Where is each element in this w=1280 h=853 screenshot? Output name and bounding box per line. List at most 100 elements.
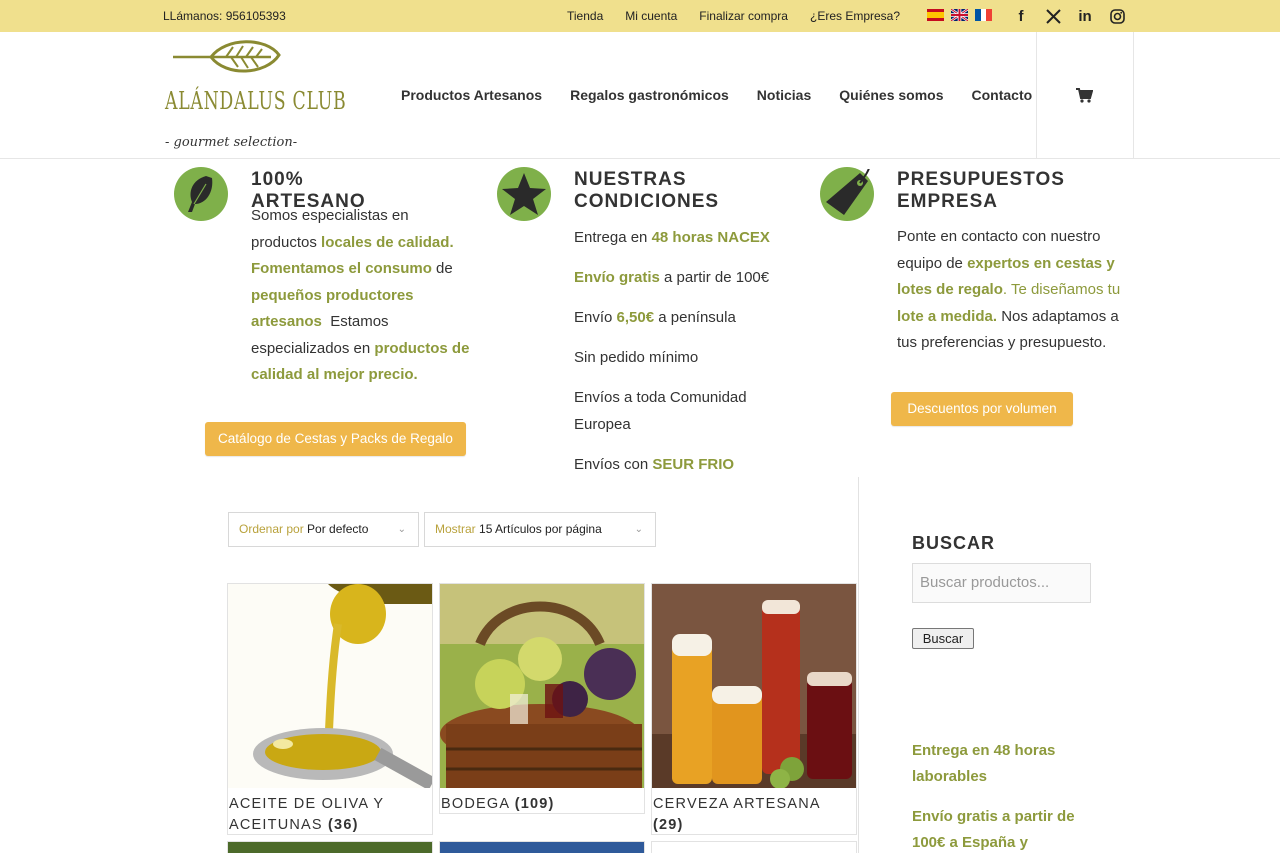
facebook-icon[interactable]: f <box>1010 6 1032 26</box>
category-image-cerveza[interactable] <box>652 584 856 788</box>
category-name: BODEGA <box>441 796 510 812</box>
artesano-line: de <box>431 260 453 277</box>
empresa-title-line: PRESUPUESTOS <box>897 169 1065 190</box>
nav-quienes-somos[interactable]: Quiénes somos <box>839 87 943 103</box>
nav-regalos-gastronomicos[interactable]: Regalos gastronómicos <box>570 87 729 103</box>
feature-artesano-circle <box>174 167 228 221</box>
category-caption[interactable]: ACEITE DE OLIVA Y ACEITUNAS (36) <box>229 794 385 834</box>
empresa-line: tus preferencias y presupuesto. <box>897 334 1107 351</box>
empresa-highlight: lotes de regalo <box>897 281 1003 298</box>
search-button[interactable]: Buscar <box>912 628 974 649</box>
category-card-cerveza[interactable]: CERVEZA ARTESANA (29) <box>651 583 857 835</box>
uk-flag-icon[interactable] <box>951 9 968 21</box>
empresa-line: Ponte en contacto con nuestro <box>897 228 1101 245</box>
top-link-finalizar-compra[interactable]: Finalizar compra <box>699 9 788 23</box>
feature-empresa-title: PRESUPUESTOS EMPRESA <box>897 169 1065 213</box>
artesano-highlight: artesanos <box>251 313 322 330</box>
nav-productos-artesanos[interactable]: Productos Artesanos <box>401 87 542 103</box>
logo-brand-name: ALÁNDALUS CLUB <box>165 87 347 115</box>
orderby-label: Ordenar por <box>239 522 304 536</box>
condition-highlight: 48 horas NACEX <box>651 229 770 246</box>
condition-text: Entrega en <box>574 229 652 246</box>
condition-text: a península <box>654 309 736 326</box>
artesano-line: Estamos <box>321 313 389 330</box>
condition-text: Envíos a toda Comunidad <box>574 389 747 406</box>
empresa-highlight-light: . Te diseñamos tu <box>1002 281 1121 298</box>
sidebar-info-line: 100€ a España y <box>912 834 1028 851</box>
content-divider <box>858 477 859 853</box>
condition-highlight: Envío gratis <box>574 269 660 286</box>
sidebar-info-line: Envío gratis a partir de <box>912 808 1075 825</box>
conditions-list: Entrega en 48 horas NACEX Envío gratis a… <box>574 225 834 478</box>
category-card-aceite[interactable]: ACEITE DE OLIVA Y ACEITUNAS (36) <box>227 583 433 835</box>
per-page-select[interactable]: Mostrar 15 Artículos por página ⌄ <box>424 512 656 547</box>
search-title: BUSCAR <box>912 533 996 553</box>
empresa-title-line: EMPRESA <box>897 191 998 212</box>
condition-text: Envío <box>574 309 617 326</box>
category-card-next[interactable] <box>439 841 645 853</box>
empresa-highlight: lote a medida. <box>897 307 998 325</box>
sidebar-info-line: laborables <box>912 768 988 785</box>
category-card-bodega[interactable]: BODEGA (109) <box>439 583 645 814</box>
artesano-highlight: locales de calidad. <box>321 233 454 251</box>
top-link-mi-cuenta[interactable]: Mi cuenta <box>625 9 677 23</box>
linkedin-icon[interactable]: in <box>1074 6 1096 26</box>
leaf-icon <box>188 176 213 212</box>
category-image-aceite[interactable] <box>228 584 432 788</box>
condiciones-title-line: NUESTRAS <box>574 169 687 190</box>
empresa-line: Nos adaptamos a <box>997 307 1119 325</box>
condition-text: Sin pedido mínimo <box>574 349 699 366</box>
artesano-highlight: Fomentamos el consumo <box>251 260 432 277</box>
leaf-logo-icon <box>173 40 281 73</box>
condition-highlight: 6,50€ <box>616 309 655 326</box>
price-tag-icon <box>826 169 870 215</box>
category-image-bodega[interactable] <box>440 584 644 788</box>
feature-empresa-text: Ponte en contacto con nuestro equipo de … <box>897 224 1167 357</box>
artesano-highlight: productos de <box>374 339 470 357</box>
condition-text: Europea <box>574 415 631 433</box>
sidebar-info-shipping: Envío gratis a partir de 100€ a España y <box>912 804 1112 853</box>
site-logo[interactable]: ALÁNDALUS CLUB - gourmet selection- <box>163 35 346 157</box>
top-link-tienda[interactable]: Tienda <box>567 9 603 23</box>
spanish-flag-icon[interactable] <box>927 9 944 21</box>
category-name: CERVEZA ARTESANA <box>653 796 821 812</box>
per-page-value: 15 Artículos por página <box>479 522 602 536</box>
sidebar-info-delivery: Entrega en 48 horas laborables <box>912 738 1112 790</box>
artesano-highlight: calidad al mejor precio. <box>251 366 418 383</box>
artesano-line: Somos especialistas en <box>251 207 409 224</box>
cart-cell[interactable] <box>1036 32 1134 158</box>
nav-contacto[interactable]: Contacto <box>972 87 1033 103</box>
category-name: ACEITE DE OLIVA Y <box>229 796 385 812</box>
top-bar: LLámanos: 956105393 Tienda Mi cuenta Fin… <box>0 0 1280 32</box>
cart-icon[interactable] <box>1075 86 1093 104</box>
category-caption[interactable]: BODEGA (109) <box>441 794 555 813</box>
feature-condiciones-title: NUESTRAS CONDICIONES <box>574 169 719 213</box>
category-caption[interactable]: CERVEZA ARTESANA (29) <box>653 794 821 834</box>
catalog-button[interactable]: Catálogo de Cestas y Packs de Regalo <box>205 422 466 456</box>
per-page-label: Mostrar <box>435 522 476 536</box>
category-card-next[interactable] <box>651 841 857 853</box>
category-count: (29) <box>653 817 684 833</box>
category-card-next[interactable] <box>227 841 433 853</box>
social-links: f in <box>1010 6 1138 26</box>
orderby-select[interactable]: Ordenar por Por defecto ⌄ <box>228 512 419 547</box>
condiciones-title-line: CONDICIONES <box>574 191 720 212</box>
instagram-icon[interactable] <box>1106 6 1128 26</box>
chevron-down-icon: ⌄ <box>397 524 406 535</box>
site-header: ALÁNDALUS CLUB - gourmet selection- Prod… <box>0 32 1280 159</box>
orderby-value: Por defecto <box>307 522 369 536</box>
category-count: (36) <box>328 817 359 833</box>
x-twitter-icon[interactable] <box>1042 6 1064 26</box>
feature-empresa-circle <box>820 167 874 221</box>
volume-discount-button[interactable]: Descuentos por volumen <box>891 392 1073 426</box>
main-nav: Productos Artesanos Regalos gastronómico… <box>401 87 1060 103</box>
feature-condiciones-circle <box>497 167 551 221</box>
artesano-line: especializados en <box>251 339 375 357</box>
nav-noticias[interactable]: Noticias <box>757 87 811 103</box>
empresa-highlight: expertos en cestas y <box>967 254 1115 272</box>
top-link-empresa[interactable]: ¿Eres Empresa? <box>810 9 900 23</box>
french-flag-icon[interactable] <box>975 9 992 21</box>
category-name: ACEITUNAS <box>229 817 323 833</box>
empresa-line: equipo de <box>897 254 968 272</box>
search-input[interactable]: Buscar productos... <box>912 563 1091 603</box>
